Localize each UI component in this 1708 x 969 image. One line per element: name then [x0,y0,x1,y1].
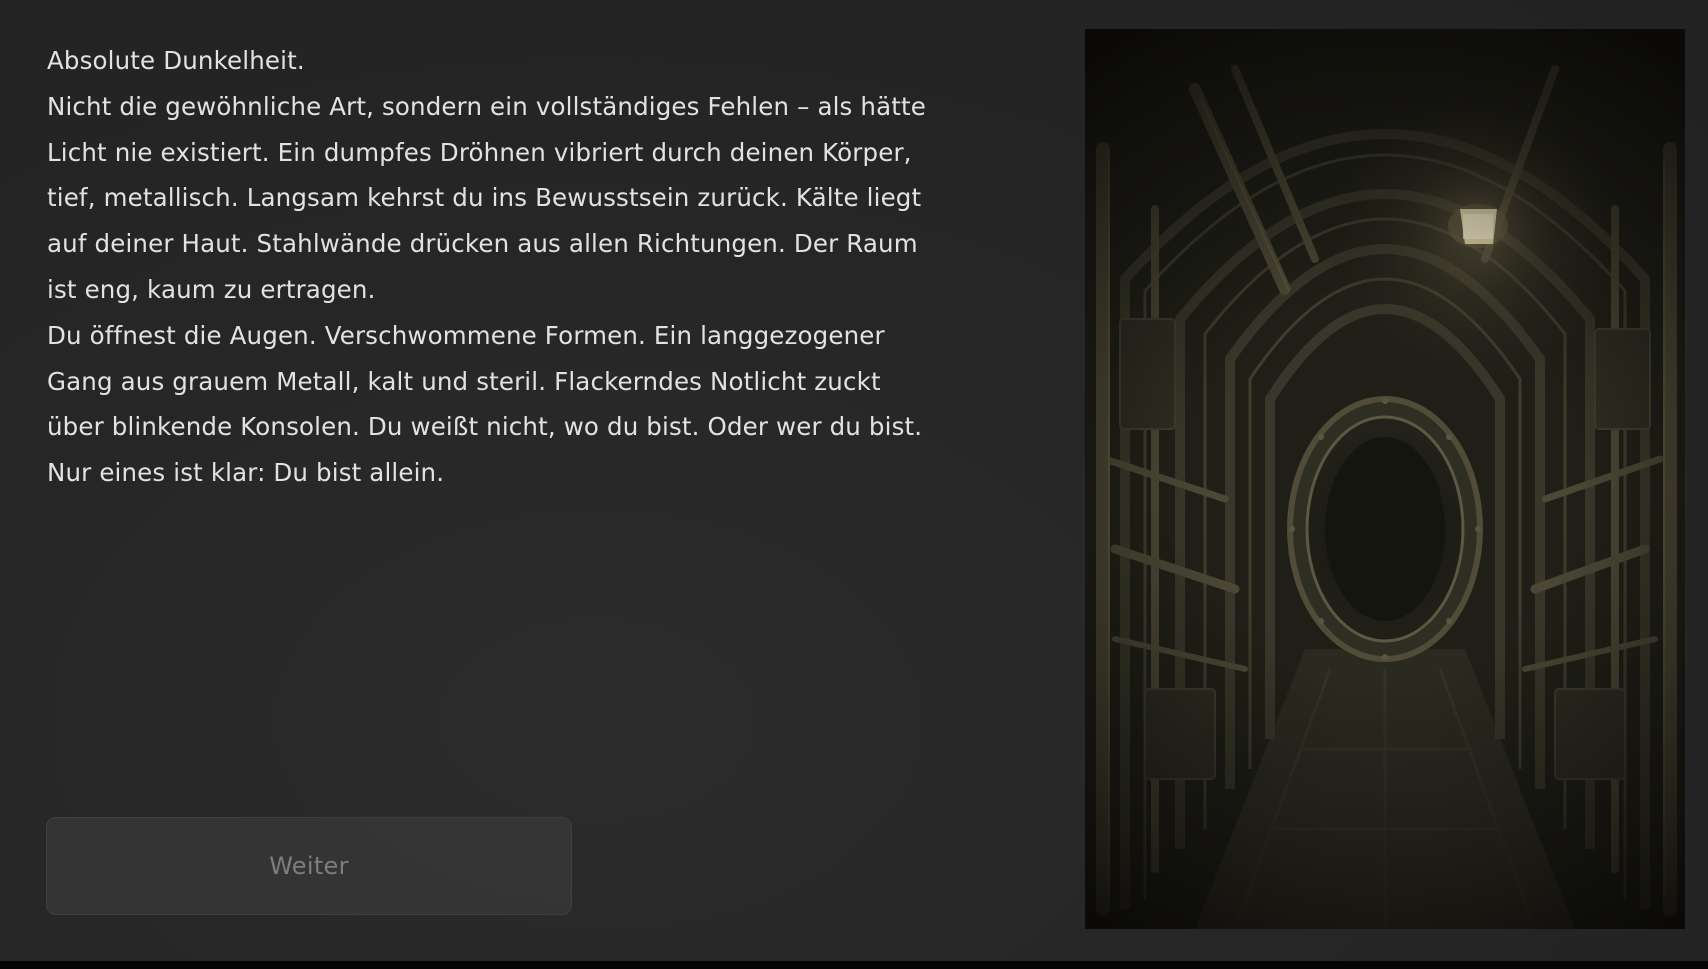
scene-illustration [1085,29,1685,929]
story-line: Nicht die gewöhnliche Art, sondern ein v… [47,91,926,121]
story-text: Absolute Dunkelheit. Nicht die gewöhnlic… [47,38,1037,496]
bottom-bar [0,961,1708,969]
story-line: Absolute Dunkelheit. [47,46,305,75]
story-line: ist eng, kaum zu ertragen. [47,274,376,304]
corridor-illustration [1085,29,1685,929]
continue-button-label: Weiter [269,852,349,880]
story-line: auf deiner Haut. Stahlwände drücken aus … [47,229,918,259]
story-line: Nur eines ist klar: Du bist allein. [47,458,445,488]
story-line: über blinkende Konsolen. Du weißt nicht,… [47,412,923,442]
story-line: Du öffnest die Augen. Verschwommene Form… [47,320,885,350]
story-line: Licht nie existiert. Ein dumpfes Dröhnen… [47,137,912,167]
game-screen: Absolute Dunkelheit. Nicht die gewöhnlic… [0,0,1708,961]
story-line: tief, metallisch. Langsam kehrst du ins … [47,183,922,213]
story-line: Gang aus grauem Metall, kalt und steril.… [47,366,881,396]
continue-button[interactable]: Weiter [46,817,572,915]
